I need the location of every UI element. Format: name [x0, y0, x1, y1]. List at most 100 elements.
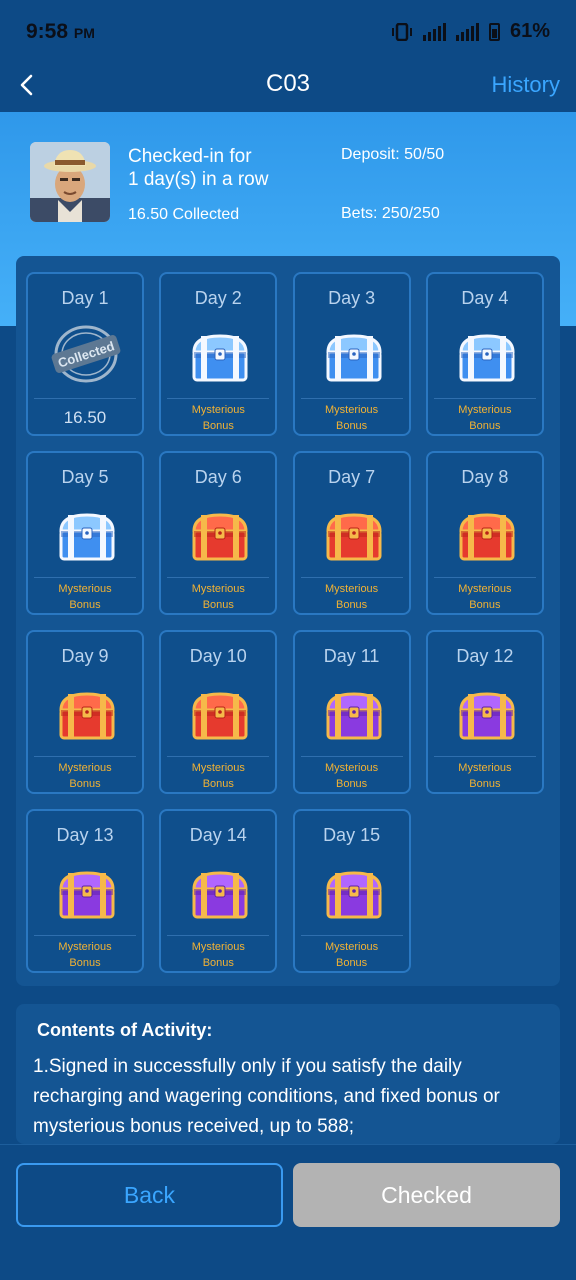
purple-chest-icon — [57, 869, 117, 921]
day-bonus-line1: Mysterious — [191, 404, 245, 416]
contents-title: Contents of Activity: — [37, 1020, 213, 1040]
day-bonus-label: Mysterious Bonus — [295, 939, 409, 971]
day-bonus-line2: Bonus — [469, 420, 501, 432]
day-card[interactable]: Day 3 Mysterious Bonus — [292, 272, 411, 436]
day-amount: 16.50 — [63, 408, 107, 427]
status-icons: 61% — [391, 20, 550, 43]
day-bonus-line2: Bonus — [69, 778, 101, 790]
day-card[interactable]: Day 4 Mysterious Bonus — [425, 272, 544, 436]
day-bonus-line1: Mysterious — [325, 583, 379, 595]
day-divider — [34, 577, 136, 578]
checkin-streak-days: 1 day(s) in a row — [128, 169, 269, 190]
day-label: Day 5 — [61, 467, 109, 487]
purple-chest-icon — [324, 690, 384, 742]
day-card[interactable]: Day 13 Mysterious Bonus — [26, 809, 144, 973]
checked-button[interactable]: Checked — [293, 1163, 560, 1227]
deposit-progress: Deposit: 50/50 — [341, 146, 445, 163]
nav-bar: C03 History — [0, 60, 576, 112]
day-bonus-label: Mysterious Bonus — [295, 581, 409, 613]
day-bonus-line1: Mysterious — [58, 762, 112, 774]
battery-icon — [488, 22, 500, 41]
blue-chest-icon — [457, 332, 517, 384]
day-card[interactable]: Day 15 Mysterious Bonus — [292, 809, 411, 973]
day-divider — [300, 577, 403, 578]
day-label: Day 9 — [61, 646, 109, 666]
activity-contents: Contents of Activity: 1.Signed in succes… — [16, 1004, 560, 1144]
day-divider — [300, 398, 403, 399]
day-bonus-label: Mysterious Bonus — [295, 402, 409, 434]
day-bonus-label: Mysterious Bonus — [295, 760, 409, 792]
day-card[interactable]: Day 1 Collected 16.50 — [26, 272, 144, 436]
day-label: Day 8 — [461, 467, 509, 487]
day-label: Day 14 — [189, 825, 247, 845]
day-card[interactable]: Day 2 Mysterious Bonus — [159, 272, 278, 436]
collected-amount: 16.50 Collected — [128, 206, 240, 223]
blue-chest-icon — [57, 511, 117, 563]
day-bonus-line2: Bonus — [469, 599, 501, 611]
signal-icon — [422, 22, 446, 41]
day-bonus-line1: Mysterious — [191, 583, 245, 595]
checkin-streak-label: Checked-in for — [128, 146, 252, 167]
day-bonus-label: Mysterious Bonus — [428, 581, 542, 613]
day-bonus-line1: Mysterious — [191, 762, 245, 774]
red-chest-icon — [190, 690, 250, 742]
red-chest-icon — [324, 511, 384, 563]
day-bonus-line2: Bonus — [202, 957, 234, 969]
day-label: Day 3 — [328, 288, 376, 308]
day-bonus-label: Mysterious Bonus — [28, 939, 142, 971]
day-bonus-line2: Bonus — [469, 778, 501, 790]
day-card[interactable]: Day 9 Mysterious Bonus — [26, 630, 144, 794]
day-card[interactable]: Day 14 Mysterious Bonus — [159, 809, 278, 973]
day-bonus-line1: Mysterious — [458, 762, 512, 774]
day-card[interactable]: Day 10 Mysterious Bonus — [159, 630, 278, 794]
day-divider — [34, 935, 136, 936]
day-label: Day 10 — [189, 646, 247, 666]
day-bonus-label: Mysterious Bonus — [161, 939, 275, 971]
daily-rewards-grid: Day 1 Collected 16.50 Day 2 Mysterious Bonus D… — [16, 256, 560, 986]
day-bonus-label: Mysterious Bonus — [428, 760, 542, 792]
day-bonus-label: Mysterious Bonus — [161, 760, 275, 792]
day-bonus-line2: Bonus — [202, 778, 234, 790]
day-bonus-line1: Mysterious — [325, 941, 379, 953]
day-divider — [167, 577, 270, 578]
day-label: Day 1 — [61, 288, 109, 308]
day-card[interactable]: Day 6 Mysterious Bonus — [159, 451, 278, 615]
day-card[interactable]: Day 11 Mysterious Bonus — [292, 630, 411, 794]
day-bonus-line2: Bonus — [69, 957, 101, 969]
day-bonus-line1: Mysterious — [191, 941, 245, 953]
day-divider — [167, 935, 270, 936]
purple-chest-icon — [324, 869, 384, 921]
day-bonus-line2: Bonus — [202, 599, 234, 611]
day-divider — [167, 398, 270, 399]
day-bonus-line1: Mysterious — [58, 941, 112, 953]
day-label: Day 15 — [323, 825, 381, 845]
day-label: Day 13 — [56, 825, 114, 845]
day-bonus-label: Mysterious Bonus — [161, 581, 275, 613]
history-link[interactable]: History — [492, 72, 560, 98]
day-label: Day 7 — [328, 467, 376, 487]
red-chest-icon — [457, 511, 517, 563]
day-bonus-line1: Mysterious — [58, 583, 112, 595]
day-card[interactable]: Day 7 Mysterious Bonus — [292, 451, 411, 615]
day-bonus-label: Mysterious Bonus — [161, 402, 275, 434]
status-time-value: 9:58 — [26, 20, 69, 43]
collected-stamp-icon: Collected — [50, 324, 122, 384]
day-bonus-line2: Bonus — [335, 420, 368, 432]
back-button[interactable]: Back — [16, 1163, 283, 1227]
purple-chest-icon — [190, 869, 250, 921]
avatar-portrait-icon — [30, 142, 110, 222]
blue-chest-icon — [190, 332, 250, 384]
blue-chest-icon — [324, 332, 384, 384]
day-bonus-line1: Mysterious — [325, 404, 379, 416]
day-bonus-line2: Bonus — [335, 957, 368, 969]
footer-actions: Back Checked — [0, 1144, 576, 1280]
day-divider — [300, 756, 403, 757]
day-bonus-line2: Bonus — [335, 778, 368, 790]
day-bonus-label: Mysterious Bonus — [28, 581, 142, 613]
day-card[interactable]: Day 8 Mysterious Bonus — [425, 451, 544, 615]
day-divider — [433, 577, 536, 578]
contents-text: 1.Signed in successfully only if you sat… — [33, 1056, 500, 1137]
day-bonus-label: Mysterious Bonus — [28, 760, 142, 792]
day-card[interactable]: Day 12 Mysterious Bonus — [425, 630, 544, 794]
day-card[interactable]: Day 5 Mysterious Bonus — [26, 451, 144, 615]
